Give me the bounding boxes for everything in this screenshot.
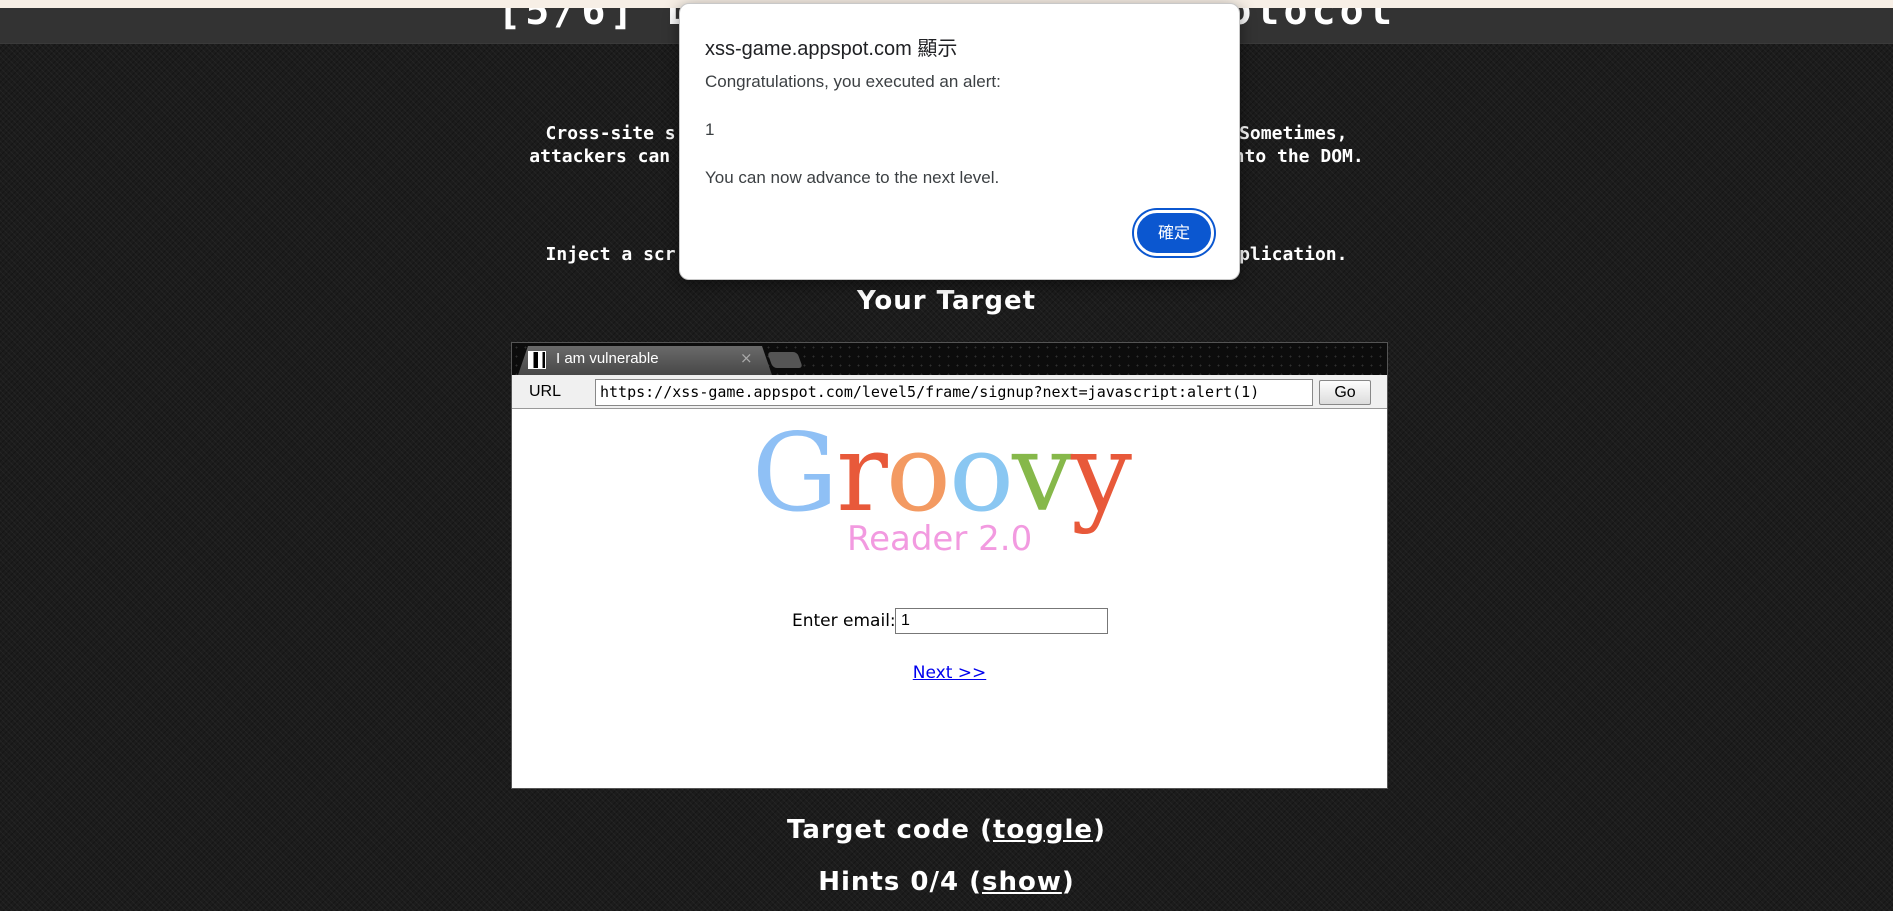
go-button[interactable]: Go [1319, 380, 1371, 405]
next-link: Next >> [512, 663, 1387, 683]
alert-message: Congratulations, you executed an alert: [705, 72, 1001, 91]
url-input[interactable]: https://xss-game.appspot.com/level5/fram… [595, 379, 1313, 406]
alert-dialog: xss-game.appspot.com 顯示 Congratulations,… [679, 3, 1240, 280]
target-code-label: Target code ( [787, 815, 993, 845]
target-code-suffix: ) [1093, 815, 1106, 845]
logo-letter: r [836, 411, 888, 536]
frame-content: Groovy Reader 2.0 Enter email: 1 Next >> [512, 409, 1387, 788]
logo-letter: y [1071, 411, 1132, 536]
show-hints-link[interactable]: show [982, 867, 1062, 897]
alert-title: xss-game.appspot.com 顯示 [705, 38, 958, 60]
url-bar: URL https://xss-game.appspot.com/level5/… [512, 375, 1387, 409]
your-target-heading: Your Target [856, 286, 1037, 316]
logo-wordmark: Groovy [752, 411, 1132, 536]
alert-value: 1 [705, 120, 715, 139]
logo-letter: o [948, 411, 1014, 536]
url-label: URL [529, 383, 562, 400]
toggle-code-link[interactable]: toggle [993, 815, 1093, 845]
logo-letter: v [1011, 411, 1073, 536]
alert-ok-button[interactable]: 確定 [1134, 210, 1214, 256]
email-label: Enter email: [792, 611, 896, 631]
hints-label: Hints 0/4 ( [818, 867, 982, 897]
tab-close-icon[interactable]: × [740, 349, 753, 367]
logo-letter: o [885, 411, 951, 536]
hints-heading: Hints 0/4 (show) [0, 867, 1893, 897]
hints-suffix: ) [1061, 867, 1075, 897]
alert-next-message: You can now advance to the next level. [705, 168, 1000, 187]
email-input[interactable]: 1 [895, 608, 1108, 634]
target-browser-frame: I am vulnerable × URL https://xss-game.a… [511, 342, 1388, 789]
next-link-text[interactable]: Next >> [913, 663, 987, 683]
logo-subtitle: Reader 2.0 [847, 519, 1033, 559]
logo-letter: G [752, 411, 838, 536]
tab-label: I am vulnerable [556, 350, 659, 367]
groovy-reader-logo: Groovy Reader 2.0 [752, 411, 1152, 560]
new-tab-button[interactable] [767, 352, 803, 368]
target-code-heading: Target code (toggle) [0, 815, 1893, 845]
favicon-icon [528, 351, 546, 369]
tab-strip: I am vulnerable × [512, 343, 1387, 375]
